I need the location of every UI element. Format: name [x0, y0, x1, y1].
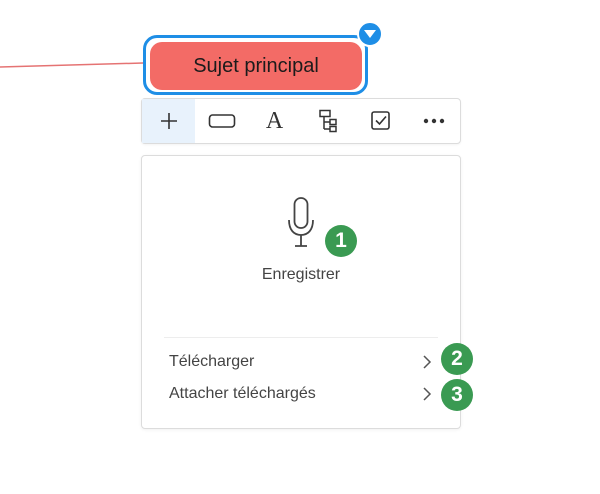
- menu-item-attach-uploaded[interactable]: Attacher téléchargés: [142, 379, 460, 409]
- checkbox-icon: [370, 111, 390, 130]
- step-badge-1: 1: [325, 225, 357, 257]
- chevron-right-icon: [423, 355, 432, 369]
- attachment-panel: Enregistrer Télécharger Attacher télécha…: [141, 155, 461, 429]
- tree-structure-icon: [318, 109, 337, 133]
- microphone-icon: [285, 196, 317, 252]
- collapse-toggle-button[interactable]: [357, 21, 383, 47]
- menu-item-upload[interactable]: Télécharger: [142, 347, 460, 377]
- plus-icon: [160, 113, 177, 129]
- structure-button[interactable]: [301, 99, 354, 143]
- rounded-rect-icon: [208, 114, 235, 128]
- triangle-down-icon: [364, 30, 376, 38]
- menu-item-upload-label: Télécharger: [169, 353, 255, 370]
- shape-button[interactable]: [195, 99, 248, 143]
- text-style-icon: A: [265, 108, 284, 134]
- more-button[interactable]: [407, 99, 460, 143]
- branch-connector: [0, 62, 144, 68]
- record-button[interactable]: Enregistrer: [142, 196, 460, 306]
- menu-item-attach-uploaded-label: Attacher téléchargés: [169, 385, 316, 402]
- panel-divider: [164, 337, 438, 338]
- step-badge-3: 3: [441, 379, 473, 411]
- chevron-right-icon: [423, 387, 432, 401]
- mindmap-canvas: Sujet principal A Enregistrer Télécharge…: [0, 0, 600, 494]
- add-button[interactable]: [142, 99, 195, 143]
- text-style-button[interactable]: A: [248, 99, 301, 143]
- main-topic-node[interactable]: Sujet principal: [150, 42, 362, 90]
- main-topic-label: Sujet principal: [193, 54, 319, 77]
- task-button[interactable]: [354, 99, 407, 143]
- topic-toolbar: A: [141, 98, 461, 144]
- step-badge-2: 2: [441, 343, 473, 375]
- more-dots-icon: [423, 118, 444, 124]
- record-label: Enregistrer: [261, 266, 341, 283]
